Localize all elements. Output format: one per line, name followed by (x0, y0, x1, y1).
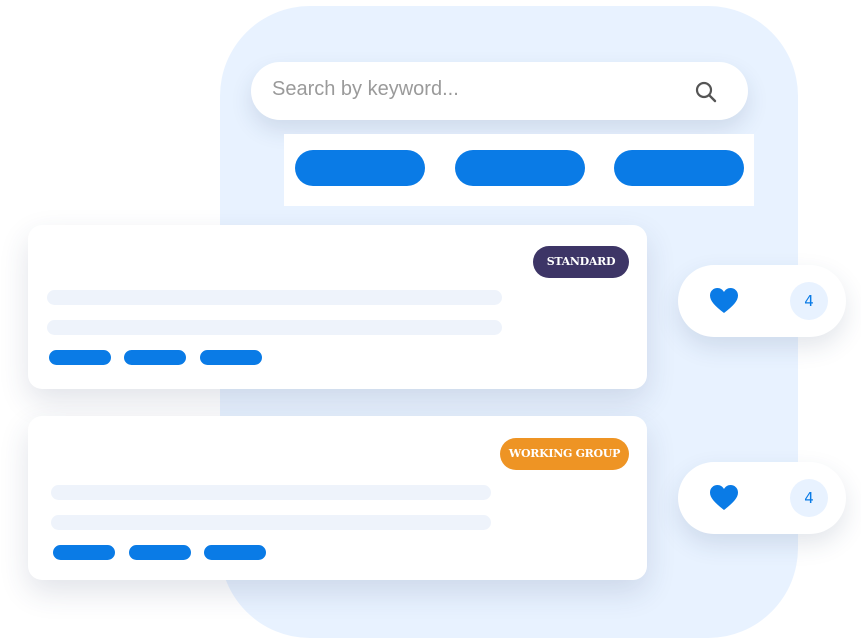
like-count: 4 (790, 282, 828, 320)
text-placeholder-line (47, 320, 502, 335)
like-widget: 4 (678, 265, 846, 337)
tag-chip[interactable] (53, 545, 115, 560)
tag-chip[interactable] (129, 545, 191, 560)
search-input[interactable]: Search by keyword... (251, 62, 748, 120)
result-card[interactable]: WORKING GROUP (28, 416, 647, 580)
like-widget: 4 (678, 462, 846, 534)
filter-pill[interactable] (455, 150, 585, 186)
text-placeholder-line (47, 290, 502, 305)
filter-bar (284, 134, 754, 206)
tag-chip[interactable] (200, 350, 262, 365)
heart-icon[interactable] (709, 287, 739, 315)
like-count: 4 (790, 479, 828, 517)
text-placeholder-line (51, 485, 491, 500)
filter-pill[interactable] (614, 150, 744, 186)
text-placeholder-line (51, 515, 491, 530)
status-badge: STANDARD (533, 246, 629, 278)
status-badge: WORKING GROUP (500, 438, 629, 470)
search-placeholder: Search by keyword... (272, 78, 459, 100)
tag-chip[interactable] (204, 545, 266, 560)
tag-chip[interactable] (49, 350, 111, 365)
filter-pill[interactable] (295, 150, 425, 186)
search-results-illustration: Search by keyword... STANDARD WORKING GR… (0, 0, 861, 639)
search-icon[interactable] (693, 79, 719, 105)
result-card[interactable]: STANDARD (28, 225, 647, 389)
heart-icon[interactable] (709, 484, 739, 512)
tag-chip[interactable] (124, 350, 186, 365)
